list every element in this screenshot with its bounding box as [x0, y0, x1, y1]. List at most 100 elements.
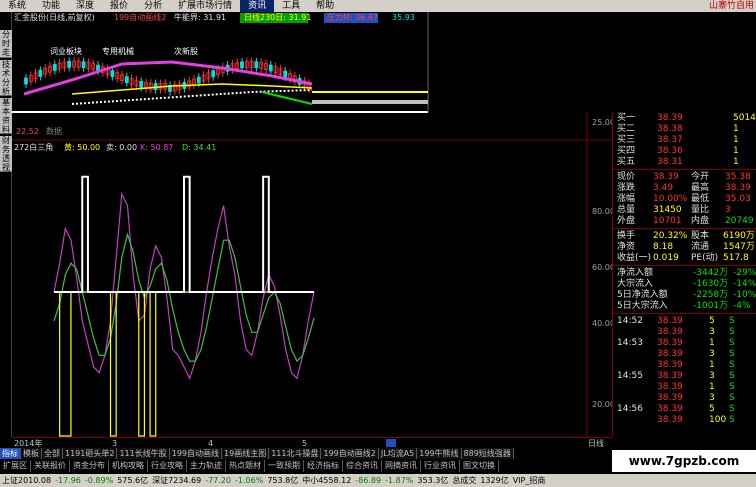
fund-value: 20.32%	[653, 231, 688, 241]
menu-item-7[interactable]: 工具	[274, 0, 308, 12]
tick-time: 14:55	[617, 371, 643, 381]
menu-item-8[interactable]: 帮助	[308, 0, 342, 12]
indicator-tab-9[interactable]: JL均流A5	[378, 448, 418, 459]
tick-side: S	[729, 382, 735, 392]
tick-price: 38.39	[657, 371, 683, 381]
tick-price: 38.39	[657, 404, 683, 414]
sub-label: 数据	[46, 126, 62, 136]
x-scroll-handle[interactable]	[386, 439, 396, 447]
status-item-4: 深证7234.69	[152, 476, 202, 485]
nav-item-3[interactable]: 机构攻略	[109, 460, 148, 472]
menu-item-2[interactable]: 深度	[68, 0, 102, 12]
menu-item-6[interactable]: 资讯	[240, 0, 275, 12]
tick-time: 14:52	[617, 316, 643, 326]
nav-item-11[interactable]: 行业资讯	[421, 460, 460, 472]
nav-item-9[interactable]: 综合资讯	[343, 460, 382, 472]
nav-item-8[interactable]: 经济指标	[304, 460, 343, 472]
extension-nav: 扩展区 关联报价 资金分布 机构攻略 行业攻略 主力轨迹 热点题材 一致预期 经济指标 综合资讯网…	[0, 460, 612, 472]
osc-series	[53, 175, 315, 437]
stat-value: 20749	[725, 216, 754, 226]
x-label-year: 2014年	[14, 438, 42, 448]
osc-tick-40: 40.00	[592, 319, 612, 328]
bid-volume: 1	[733, 135, 739, 145]
indicator-tab-8[interactable]: 199自动画线2	[321, 448, 379, 459]
indicator-tab-11[interactable]: 889短线强器	[461, 448, 514, 459]
nav-item-12[interactable]: 图文切换	[460, 460, 499, 472]
quote-row: 14:55 38.39 3 S	[613, 371, 756, 381]
menu-item-3[interactable]: 报价	[102, 0, 136, 12]
annotation-sector: 词业板块	[50, 46, 82, 56]
fund-label: 净资	[617, 242, 636, 252]
quote-row: 38.39 1 S	[613, 360, 756, 370]
tick-side: S	[729, 393, 735, 403]
indicator-tab-10[interactable]: 199牛熊线	[417, 448, 462, 459]
flow-value: -3442万	[693, 268, 729, 278]
left-tab-3[interactable]: 财务透视	[0, 136, 12, 172]
stat-value: 10701	[653, 216, 682, 226]
flow-label: 5日净流入额	[617, 290, 668, 300]
stat-label: 外盘	[617, 216, 636, 226]
flow-label: 大宗流入	[617, 279, 654, 289]
candle-body	[67, 60, 72, 68]
indicator-tab-7[interactable]: 111北斗操盘	[269, 448, 322, 459]
stat-label: 内盘	[691, 216, 710, 226]
candle-body	[268, 64, 273, 72]
bid-price: 38.36	[657, 146, 683, 156]
tick-side: S	[729, 327, 735, 337]
left-tab-0[interactable]: 分时走势	[0, 30, 12, 66]
menu-item-0[interactable]: 系统	[0, 0, 34, 12]
status-item-9: -86.89	[355, 476, 382, 485]
menu-item-4[interactable]: 分析	[136, 0, 170, 12]
indicator-tab-4[interactable]: 111长线牛股	[117, 448, 170, 459]
tick-volume: 5	[709, 404, 715, 414]
menu-item-1[interactable]: 功能	[34, 0, 68, 12]
nav-item-0[interactable]: 扩展区	[0, 460, 31, 472]
stat-label: 最低	[691, 194, 710, 204]
left-tab-1[interactable]: 技术分析	[0, 60, 12, 96]
flow-pct: -29%	[733, 268, 756, 278]
left-tab-2[interactable]: 基本资料	[0, 98, 12, 134]
candle-body	[38, 69, 43, 77]
quote-row: 净流入额 -3442万 -29%	[613, 268, 756, 278]
candle-body	[283, 70, 288, 78]
indicator-tab-6[interactable]: 19画线主图	[222, 448, 270, 459]
quote-separator	[613, 228, 756, 229]
cow-label: 牛能界: 31.91	[174, 12, 226, 22]
nav-item-5[interactable]: 主力轨迹	[187, 460, 226, 472]
tick-price: 38.39	[657, 338, 683, 348]
nav-item-4[interactable]: 行业攻略	[148, 460, 187, 472]
left-tabs: 分时走势技术分析基本资料财务透视	[0, 12, 12, 437]
indicator-tab-2[interactable]: 全部	[42, 448, 63, 459]
indicator-tab-5[interactable]: 199自动画线	[169, 448, 223, 459]
candle-body	[211, 70, 216, 78]
nav-item-2[interactable]: 资金分布	[70, 460, 109, 472]
quote-row: 大宗流入 -1630万 -14%	[613, 279, 756, 289]
tick-volume: 1	[709, 360, 715, 370]
indicator-tab-1[interactable]: 模板	[21, 448, 42, 459]
bid-price: 38.37	[657, 135, 683, 145]
tick-price: 38.39	[657, 415, 683, 425]
quote-row: 5日净流入额 -2258万 -10%	[613, 290, 756, 300]
osc-k-label: K: 50.87	[140, 143, 173, 152]
period-label: 日线	[588, 438, 604, 448]
bid-price: 38.39	[657, 113, 683, 123]
quote-row: 38.39 3 S	[613, 393, 756, 403]
pressure-label: 压力M: 36.67	[327, 12, 378, 22]
indicator-tab-3[interactable]: 1191砸头单2	[63, 448, 118, 459]
chart-area[interactable]: 汇金股份(日线,前复权) 199自动画线2 牛能界: 31.91 日线230日:…	[12, 12, 615, 437]
tick-time: 14:56	[617, 404, 643, 414]
quote-row: 38.39 1 S	[613, 382, 756, 392]
indicator-tab-0[interactable]: 指标	[0, 448, 21, 459]
nav-item-6[interactable]: 热点题材	[226, 460, 265, 472]
stat-value: 35.03	[725, 194, 751, 204]
stat-label: 涨幅	[617, 194, 636, 204]
flow-label: 净流入额	[617, 268, 654, 278]
nav-item-1[interactable]: 关联报价	[31, 460, 70, 472]
nav-item-10[interactable]: 网摘资讯	[382, 460, 421, 472]
menu-item-5[interactable]: 扩展市场行情	[170, 0, 240, 12]
status-item-12: 总成交	[452, 476, 477, 485]
quote-row: 涨跌 3.49 最高 38.39	[613, 183, 756, 193]
nav-item-7[interactable]: 一致预期	[265, 460, 304, 472]
quote-row: 5日大宗流入 -1001万 -4%	[613, 301, 756, 311]
tick-price: 38.39	[657, 393, 683, 403]
